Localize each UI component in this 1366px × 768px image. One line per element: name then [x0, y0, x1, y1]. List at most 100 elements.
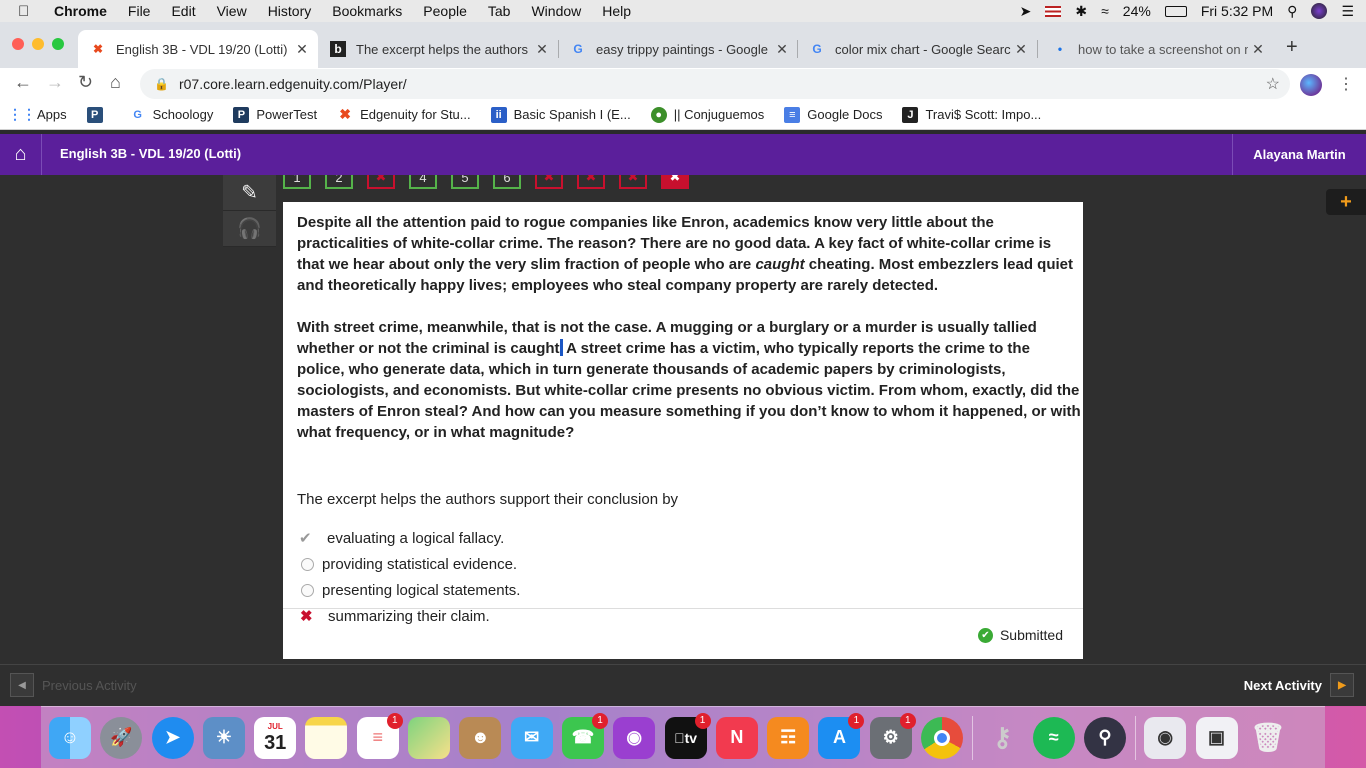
- headphones-icon[interactable]: 🎧: [223, 211, 276, 247]
- close-tab-icon[interactable]: ✕: [772, 41, 792, 58]
- menu-view[interactable]: View: [217, 3, 247, 19]
- bluetooth-icon[interactable]: ✱: [1075, 3, 1087, 20]
- battery-icon[interactable]: [1164, 5, 1187, 17]
- system-preferences-icon[interactable]: ⚙ 1: [869, 712, 916, 759]
- menu-history[interactable]: History: [268, 3, 312, 19]
- minimize-window-button[interactable]: [32, 38, 44, 50]
- bookmark-conjuguemos[interactable]: ● || Conjuguemos: [650, 106, 764, 123]
- bookmark-basic-spanish[interactable]: ii Basic Spanish I (E...: [490, 106, 631, 123]
- user-name[interactable]: Alayana Martin: [1232, 134, 1366, 175]
- news-icon[interactable]: N: [715, 716, 758, 759]
- profile-avatar[interactable]: [1300, 74, 1322, 96]
- apple-tv-icon[interactable]: tv1: [664, 712, 711, 759]
- back-icon[interactable]: ←: [14, 72, 32, 93]
- notification-center-icon[interactable]: ☰: [1341, 3, 1354, 20]
- question-8-button[interactable]: ✖: [577, 175, 605, 189]
- close-tab-icon[interactable]: ✕: [1011, 41, 1031, 58]
- chrome-menu-icon[interactable]: ⋮: [1338, 74, 1354, 94]
- downloads-stack-icon[interactable]: ◉: [1144, 716, 1187, 759]
- spotlight-search-icon[interactable]: ⚲: [1287, 3, 1297, 20]
- answer-option-2[interactable]: providing statistical evidence.: [297, 551, 520, 577]
- home-icon[interactable]: ⌂: [110, 72, 121, 93]
- siri-icon[interactable]: [1311, 3, 1328, 19]
- question-1-button[interactable]: 1: [283, 175, 311, 189]
- address-bar[interactable]: 🔒 r07.core.learn.edgenuity.com/Player/ ☆: [140, 69, 1290, 99]
- menu-bookmarks[interactable]: Bookmarks: [332, 3, 402, 19]
- menu-window[interactable]: Window: [531, 3, 581, 19]
- disk-utility-icon[interactable]: ⚲: [1083, 716, 1126, 759]
- launchpad-icon[interactable]: 🚀: [100, 716, 143, 759]
- lock-icon[interactable]: 🔒: [154, 77, 169, 91]
- menu-tab[interactable]: Tab: [488, 3, 511, 19]
- menu-edit[interactable]: Edit: [171, 3, 195, 19]
- wifi-icon[interactable]: ≈: [1101, 3, 1109, 19]
- question-10-button[interactable]: ✖: [661, 175, 689, 189]
- zoom-window-button[interactable]: [52, 38, 64, 50]
- pencil-icon[interactable]: ✎: [223, 175, 276, 211]
- tab-easy-trippy-paintings[interactable]: G easy trippy paintings - Google ✕: [558, 30, 798, 68]
- bookmark-schoology[interactable]: G Schoology: [130, 107, 213, 123]
- documents-stack-icon[interactable]: ▣: [1195, 716, 1238, 759]
- question-5-button[interactable]: 5: [451, 175, 479, 189]
- menu-people[interactable]: People: [423, 3, 467, 19]
- menu-app-chrome[interactable]: Chrome: [54, 3, 107, 19]
- home-icon[interactable]: ⌂: [0, 134, 42, 175]
- bookmark-star-icon[interactable]: ☆: [1266, 74, 1280, 94]
- menu-help[interactable]: Help: [602, 3, 631, 19]
- url-text[interactable]: r07.core.learn.edgenuity.com/Player/: [179, 76, 407, 92]
- radio-button[interactable]: [301, 583, 314, 597]
- close-tab-icon[interactable]: ✕: [292, 41, 312, 58]
- previous-activity-button[interactable]: ◀ Previous Activity: [10, 673, 137, 697]
- calendar-icon[interactable]: JUL 31: [254, 716, 297, 759]
- finder-icon[interactable]: ☺: [49, 716, 91, 759]
- flag-icon[interactable]: [1045, 5, 1062, 17]
- messages-icon[interactable]: ✉: [510, 716, 553, 759]
- tab-english-3b[interactable]: ✖ English 3B - VDL 19/20 (Lotti) ✕: [78, 30, 318, 68]
- forward-icon[interactable]: →: [46, 72, 64, 93]
- contacts-icon[interactable]: ☻: [459, 716, 502, 759]
- apple-menu-icon[interactable]: : [18, 3, 36, 20]
- close-window-button[interactable]: [12, 38, 24, 50]
- reload-icon[interactable]: ↻: [78, 72, 93, 93]
- menu-file[interactable]: File: [128, 3, 151, 19]
- bookmark-edgenuity[interactable]: ✖ Edgenuity for Stu...: [337, 106, 470, 123]
- maps-icon[interactable]: [408, 716, 451, 759]
- trash-icon[interactable]: 🗑: [1247, 717, 1289, 759]
- location-arrow-icon[interactable]: ➤: [1020, 3, 1032, 20]
- app-store-icon[interactable]: A1: [818, 712, 865, 759]
- notes-icon[interactable]: [305, 716, 348, 759]
- question-6-button[interactable]: 6: [493, 175, 521, 189]
- question-7-button[interactable]: ✖: [535, 175, 563, 189]
- tab-excerpt[interactable]: b The excerpt helps the authors ✕: [318, 30, 558, 68]
- spotify-icon[interactable]: ≈: [1032, 716, 1075, 759]
- bookmark-powertest-icon-only[interactable]: P: [86, 106, 110, 123]
- question-3-button[interactable]: ✖: [367, 175, 395, 189]
- bookmark-travis-scott[interactable]: J Travi$ Scott: Impo...: [902, 106, 1041, 123]
- next-activity-button[interactable]: Next Activity ▶: [1244, 673, 1354, 697]
- close-tab-icon[interactable]: ✕: [532, 41, 552, 58]
- facetime-icon[interactable]: ☎ 1: [561, 712, 608, 759]
- close-tab-icon[interactable]: ✕: [1248, 41, 1268, 58]
- question-2-button[interactable]: 2: [325, 175, 353, 189]
- bookmark-powertest[interactable]: P PowerTest: [233, 106, 317, 123]
- add-plus-icon[interactable]: +: [1326, 189, 1366, 215]
- answer-option-3[interactable]: presenting logical statements.: [297, 577, 520, 603]
- bookmark-google-docs[interactable]: ≡ Google Docs: [784, 106, 882, 123]
- preview-icon[interactable]: ☀: [202, 716, 245, 759]
- question-9-button[interactable]: ✖: [619, 175, 647, 189]
- safari-icon[interactable]: ➤: [151, 716, 194, 759]
- tab-screenshot-howto[interactable]: • how to take a screenshot on m ✕: [1040, 30, 1274, 68]
- chrome-icon[interactable]: [921, 716, 964, 759]
- question-4-button[interactable]: 4: [409, 175, 437, 189]
- keychain-access-icon[interactable]: ⚷: [981, 717, 1023, 759]
- clock[interactable]: Fri 5:32 PM: [1201, 3, 1273, 19]
- reminders-icon[interactable]: ≡ 1: [356, 712, 403, 759]
- radio-button[interactable]: [301, 557, 314, 571]
- battery-percent[interactable]: 24%: [1123, 3, 1151, 19]
- new-tab-icon[interactable]: +: [1286, 36, 1298, 59]
- podcasts-icon[interactable]: ◉: [613, 716, 656, 759]
- answer-option-1[interactable]: ✔ evaluating a logical fallacy.: [297, 525, 520, 551]
- books-icon[interactable]: ☶: [767, 716, 810, 759]
- bookmark-apps[interactable]: ⋮⋮ Apps: [8, 106, 67, 123]
- tab-color-mix-chart[interactable]: G color mix chart - Google Searc ✕: [797, 30, 1037, 68]
